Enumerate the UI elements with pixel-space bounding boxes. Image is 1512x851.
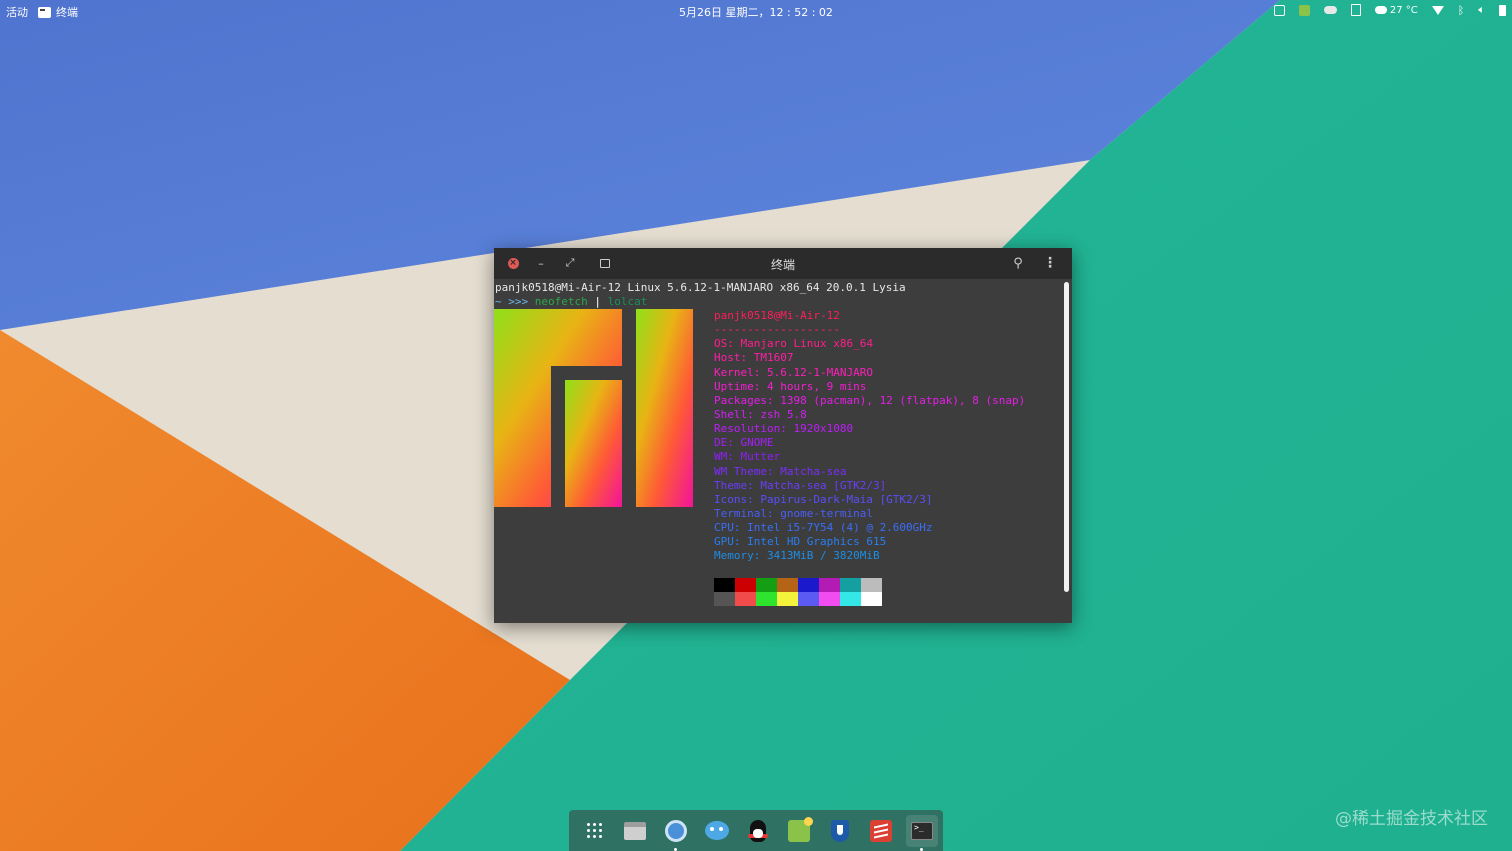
battery-icon[interactable] (1499, 4, 1506, 16)
clipboard-icon[interactable] (1350, 4, 1361, 16)
weather-indicator[interactable]: 27 °C (1374, 4, 1418, 16)
bluetooth-icon[interactable]: ᛒ (1458, 4, 1465, 17)
browser-icon (665, 819, 687, 842)
app-grid-icon (586, 823, 602, 838)
info-line: Packages: 1398 (pacman), 12 (flatpak), 8… (714, 393, 1026, 407)
color-swatch (714, 592, 735, 606)
color-swatch (819, 578, 840, 592)
manjaro-logo (494, 309, 693, 507)
scrollbar[interactable] (1062, 279, 1072, 623)
chat-icon (705, 821, 729, 840)
prompt: ~ >>> (495, 295, 529, 308)
info-line: Resolution: 1920x1080 (714, 422, 854, 436)
system-info: panjk0518@Mi-Air-12 ------------------- OS… (714, 309, 1025, 564)
info-line: WM Theme: Matcha-sea (714, 464, 847, 478)
terminal-window: × – ⤢ 终端 ⚲ ⋮ panjk0518@Mi-Air-12 Linux 5… (494, 248, 1072, 623)
dock-terminal[interactable] (906, 814, 938, 851)
info-line: ------------------- (714, 323, 840, 337)
kebab-menu-icon: ⋮ (1043, 255, 1057, 271)
info-line: Shell: zsh 5.8 (714, 407, 807, 421)
running-indicator (674, 847, 677, 851)
info-line: Theme: Matcha-sea [GTK2/3] (714, 478, 887, 492)
command: neofetch (534, 295, 588, 308)
color-swatch (861, 592, 882, 606)
color-swatch (735, 592, 756, 606)
dock-browser[interactable] (660, 815, 692, 851)
info-line: panjk0518@Mi-Air-12 (714, 309, 840, 322)
color-swatch (840, 592, 861, 606)
info-line: Icons: Papirus-Dark-Maia [GTK2/3] (714, 492, 933, 506)
color-swatch (798, 592, 819, 606)
command-line: ~ >>> neofetch | lolcat (495, 295, 647, 309)
color-swatch (777, 578, 798, 592)
watermark: @稀土掘金技术社区 (1335, 809, 1488, 829)
leaf-tray-icon[interactable] (1298, 4, 1310, 16)
color-swatch (714, 578, 735, 592)
info-line: Kernel: 5.6.12-1-MANJARO (714, 365, 873, 379)
info-line: CPU: Intel i5-7Y54 (4) @ 2.600GHz (714, 521, 933, 535)
terminal-titlebar[interactable]: × – ⤢ 终端 ⚲ ⋮ (494, 248, 1072, 279)
window-title: 终端 (770, 258, 795, 272)
info-line: WM: Mutter (714, 450, 781, 464)
search-button[interactable]: ⚲ (1010, 255, 1026, 271)
shield-icon (831, 819, 849, 842)
dock (569, 810, 943, 851)
dock-files[interactable] (619, 815, 651, 847)
system-line: panjk0518@Mi-Air-12 Linux 5.6.12-1-MANJA… (495, 281, 906, 294)
pipe-command: lolcat (607, 295, 648, 308)
color-swatch (777, 592, 798, 606)
color-swatch (861, 578, 882, 592)
input-method-icon[interactable] (1273, 4, 1285, 16)
volume-icon[interactable]: 🔈︎ (1478, 3, 1485, 17)
dock-todoist[interactable] (865, 815, 897, 847)
color-swatch (756, 592, 777, 606)
rss-icon (788, 816, 813, 842)
pipe-symbol: | (594, 295, 601, 308)
terminal-output[interactable]: panjk0518@Mi-Air-12 Linux 5.6.12-1-MANJA… (494, 279, 1062, 623)
terminal-icon (911, 821, 933, 840)
info-line: DE: GNOME (714, 436, 774, 450)
info-line: Terminal: gnome-terminal (714, 506, 873, 520)
info-line: OS: Manjaro Linux x86_64 (714, 337, 873, 351)
wifi-icon[interactable] (1431, 5, 1444, 15)
color-swatch (756, 578, 777, 592)
color-swatch (840, 578, 861, 592)
info-line: Memory: 3413MiB / 3820MiB (714, 549, 880, 563)
dock-chat[interactable] (701, 815, 733, 847)
dock-qq[interactable] (742, 815, 774, 847)
info-line: Uptime: 4 hours, 9 mins (714, 379, 867, 393)
dock-rss-reader[interactable] (783, 815, 815, 847)
menu-button[interactable]: ⋮ (1042, 255, 1058, 271)
running-indicator (920, 847, 923, 851)
search-icon: ⚲ (1013, 255, 1023, 271)
color-palette (714, 578, 882, 606)
top-bar: 活动 终端 5月26日 星期二，12 : 52 : 02 27 °C ᛒ 🔈︎ (0, 0, 1512, 22)
temperature-label: 27 °C (1389, 4, 1418, 16)
color-swatch (735, 578, 756, 592)
info-line: GPU: Intel HD Graphics 615 (714, 535, 887, 549)
color-swatch (798, 578, 819, 592)
weather-cloud-icon (1374, 6, 1387, 14)
qq-penguin-icon (748, 819, 768, 842)
todoist-icon (870, 819, 892, 842)
files-icon (624, 821, 646, 840)
info-line: Host: TM1607 (714, 351, 794, 365)
color-swatch (819, 592, 840, 606)
dock-app-grid[interactable] (578, 815, 610, 847)
cloud-tray-icon[interactable] (1323, 6, 1337, 14)
scrollbar-thumb[interactable] (1064, 282, 1069, 592)
dock-password-manager[interactable] (824, 815, 856, 847)
